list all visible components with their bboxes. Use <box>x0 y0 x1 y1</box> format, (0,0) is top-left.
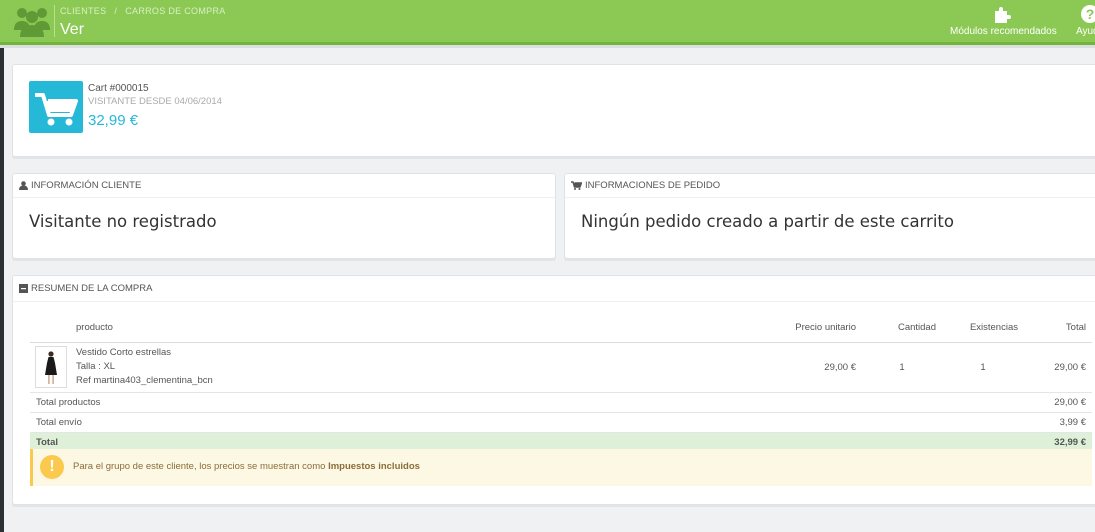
total-shipping-row: Total envío 3,99 € <box>30 412 1092 433</box>
col-total: Total <box>1024 314 1092 343</box>
svg-text:?: ? <box>1086 6 1095 22</box>
product-reference[interactable]: Ref martina403_clementina_bcn <box>76 374 726 388</box>
breadcrumb-customers[interactable]: CLIENTES <box>60 6 106 16</box>
user-icon <box>19 181 28 190</box>
purchase-summary-panel: RESUMEN DE LA COMPRA producto Precio uni… <box>12 275 1095 505</box>
total-shipping-value: 3,99 € <box>1024 412 1092 433</box>
shopping-cart-icon <box>29 81 83 133</box>
products-table: producto Precio unitario Cantidad Existe… <box>30 314 1092 452</box>
product-thumb-cell <box>30 342 76 393</box>
cart-summary-panel: Cart #000015 VISITANTE DESDE 04/06/2014 … <box>12 64 1095 157</box>
header-underline <box>0 42 1095 48</box>
tax-info-text: Para el grupo de este cliente, los preci… <box>73 461 420 472</box>
minus-square-icon <box>19 283 28 293</box>
customer-info-text: Visitante no registrado <box>29 212 217 231</box>
help-button[interactable]: ? Ayuda <box>1076 4 1095 37</box>
total-products-row: Total productos 29,00 € <box>30 392 1092 413</box>
header-divider <box>54 5 55 37</box>
exclamation-icon: ! <box>40 455 64 479</box>
puzzle-icon <box>995 7 1012 23</box>
col-product: producto <box>76 314 726 343</box>
page-title: Ver <box>60 21 85 38</box>
total-products-value: 29,00 € <box>1024 392 1092 413</box>
users-icon <box>14 8 50 37</box>
page-header: CLIENTES / CARROS DE COMPRA Ver Módulos re… <box>0 0 1095 42</box>
product-thumbnail[interactable] <box>35 346 67 388</box>
product-total: 29,00 € <box>1024 342 1092 393</box>
product-name-link[interactable]: Vestido Corto estrellas <box>76 346 726 360</box>
purchase-summary-heading-label: RESUMEN DE LA COMPRA <box>31 283 153 294</box>
cart-id: Cart #000015 <box>88 83 149 94</box>
col-unit-price: Precio unitario <box>726 314 862 343</box>
customer-info-heading-label: INFORMACIÓN CLIENTE <box>31 180 142 191</box>
breadcrumb-carts[interactable]: CARROS DE COMPRA <box>125 6 225 16</box>
tax-info-emphasis: Impuestos incluidos <box>328 461 420 472</box>
col-stock: Existencias <box>942 314 1024 343</box>
purchase-summary-heading: RESUMEN DE LA COMPRA <box>13 276 1095 302</box>
customer-info-panel: INFORMACIÓN CLIENTE Visitante no registr… <box>12 173 556 259</box>
help-label: Ayuda <box>1076 26 1095 37</box>
product-variant[interactable]: Talla : XL <box>76 360 726 374</box>
col-thumb <box>30 314 76 343</box>
product-info-cell: Vestido Corto estrellas Talla : XL Ref m… <box>76 342 726 393</box>
product-stock: 1 <box>942 342 1024 393</box>
sidebar-edge <box>0 0 4 532</box>
help-icon: ? <box>1081 5 1095 23</box>
product-quantity: 1 <box>862 342 942 393</box>
cart-total: 32,99 € <box>88 112 139 129</box>
breadcrumb-separator: / <box>114 6 118 16</box>
total-shipping-label: Total envío <box>30 412 1024 433</box>
order-info-heading-label: INFORMACIONES DE PEDIDO <box>585 180 721 191</box>
order-info-heading: INFORMACIONES DE PEDIDO <box>565 174 1095 198</box>
cart-visitor-since: VISITANTE DESDE 04/06/2014 <box>88 96 222 107</box>
customer-info-heading: INFORMACIÓN CLIENTE <box>13 174 555 198</box>
col-quantity: Cantidad <box>862 314 942 343</box>
recommended-modules-label: Módulos recomendados <box>950 26 1057 37</box>
tax-info-alert: ! Para el grupo de este cliente, los pre… <box>30 449 1092 486</box>
recommended-modules-button[interactable]: Módulos recomendados <box>950 4 1057 37</box>
order-info-text: Ningún pedido creado a partir de este ca… <box>581 212 954 231</box>
breadcrumb: CLIENTES / CARROS DE COMPRA <box>60 6 226 16</box>
table-row: Vestido Corto estrellas Talla : XL Ref m… <box>30 342 1092 393</box>
cart-icon <box>571 181 582 190</box>
order-info-panel: INFORMACIONES DE PEDIDO Ningún pedido cr… <box>564 173 1095 259</box>
product-unit-price: 29,00 € <box>726 342 862 393</box>
tax-info-message: Para el grupo de este cliente, los preci… <box>73 461 329 472</box>
table-header-row: producto Precio unitario Cantidad Existe… <box>30 314 1092 343</box>
total-products-label: Total productos <box>30 392 1024 413</box>
